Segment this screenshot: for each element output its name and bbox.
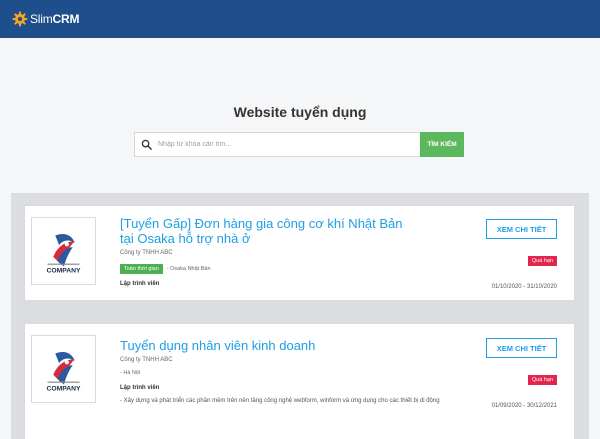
company-name: Công ty TNHH ABC bbox=[120, 250, 173, 256]
company-logo-text: COMPANY bbox=[46, 267, 81, 274]
company-logo-text: COMPANY bbox=[46, 385, 81, 392]
top-navbar: SlimCRM bbox=[0, 0, 600, 38]
search-field[interactable] bbox=[134, 132, 420, 157]
company-logo-image: COMPANY bbox=[46, 351, 81, 392]
job-location: - Hà Nội bbox=[120, 370, 141, 376]
gear-icon bbox=[12, 11, 28, 27]
company-logo-image: COMPANY bbox=[46, 233, 81, 274]
search-icon bbox=[141, 139, 152, 150]
work-type-badge: Toàn thời gian bbox=[120, 264, 163, 274]
company-name: Công ty TNHH ABC bbox=[120, 357, 173, 363]
brand-name-bold: CRM bbox=[52, 12, 80, 26]
job-card: COMPANY [Tuyển Gấp] Đơn hàng gia công cơ… bbox=[25, 206, 574, 300]
job-date-range: 01/09/2020 - 30/12/2021 bbox=[491, 403, 557, 409]
brand-logo[interactable]: SlimCRM bbox=[12, 10, 79, 28]
search-button[interactable]: TÌM KIẾM bbox=[420, 132, 464, 157]
job-card: COMPANY Tuyển dụng nhân viên kinh doanh … bbox=[25, 324, 574, 439]
job-location: - Osaka Nhật Bản bbox=[166, 266, 211, 272]
company-logo: COMPANY bbox=[31, 335, 96, 403]
job-date-range: 01/10/2020 - 31/10/2020 bbox=[491, 284, 557, 290]
job-title-link[interactable]: [Tuyển Gấp] Đơn hàng gia công cơ khí Nhậ… bbox=[120, 216, 410, 246]
job-tags: Toàn thời gian - Osaka Nhật Bản bbox=[120, 264, 211, 274]
company-logo: COMPANY bbox=[31, 217, 96, 285]
status-badge: Quá hạn bbox=[527, 375, 557, 385]
status-badge: Quá hạn bbox=[527, 256, 557, 266]
job-description: - Xây dựng và phát triển các phần mềm tr… bbox=[120, 398, 440, 404]
job-role: Lập trình viên bbox=[120, 281, 160, 287]
search-bar: TÌM KIẾM bbox=[134, 132, 464, 157]
brand-name-light: Slim bbox=[30, 12, 53, 26]
job-role: Lập trình viên bbox=[120, 385, 160, 391]
page-title: Website tuyển dụng bbox=[233, 104, 367, 120]
job-title-link[interactable]: Tuyển dụng nhân viên kinh doanh bbox=[120, 338, 410, 353]
brand-name: SlimCRM bbox=[30, 12, 79, 26]
view-detail-button[interactable]: XEM CHI TIẾT bbox=[486, 219, 557, 239]
view-detail-button[interactable]: XEM CHI TIẾT bbox=[486, 338, 557, 358]
search-input[interactable] bbox=[158, 141, 420, 148]
